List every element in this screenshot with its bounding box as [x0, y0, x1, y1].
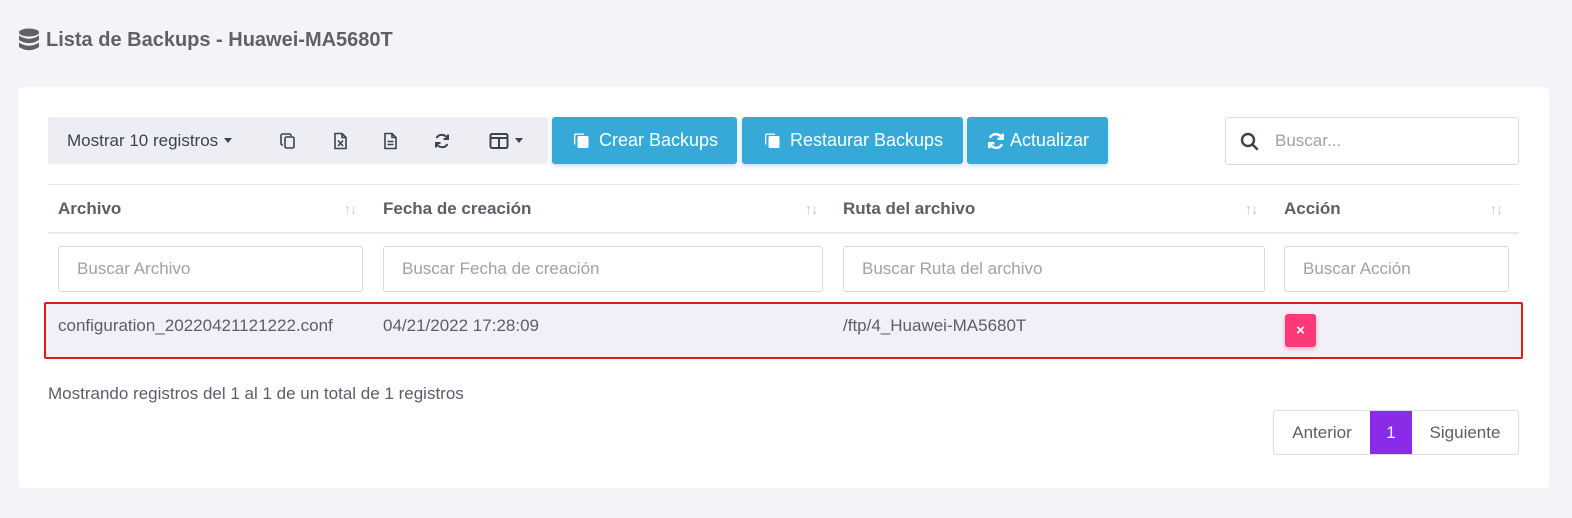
backups-card: Mostrar 10 registros Crear Backups Resta… — [18, 87, 1549, 488]
columns-visibility-dropdown[interactable] — [478, 117, 534, 164]
create-backups-label: Crear Backups — [598, 130, 719, 150]
copy-icon — [764, 133, 780, 148]
column-header-archivo[interactable]: Archivo — [58, 185, 121, 233]
column-header-accion[interactable]: Acción — [1284, 185, 1341, 233]
sync-icon — [435, 133, 449, 148]
export-csv-button[interactable] — [372, 117, 408, 164]
caret-down-icon — [515, 138, 523, 143]
restore-backups-button[interactable]: Restaurar Backups — [742, 117, 963, 164]
restore-backups-label: Restaurar Backups — [789, 130, 944, 150]
filter-ruta-input[interactable] — [844, 247, 1264, 291]
cell-fecha: 04/21/2022 17:28:09 — [383, 316, 539, 335]
table-info: Mostrando registros del 1 al 1 de un tot… — [48, 384, 464, 403]
filter-accion — [1284, 246, 1509, 292]
delete-backup-button[interactable]: × — [1285, 314, 1316, 347]
filter-archivo-input[interactable] — [59, 247, 362, 291]
refresh-button[interactable]: Actualizar — [967, 117, 1108, 164]
sort-icon: ↑↓ — [1245, 201, 1258, 217]
pagination: Anterior 1 Siguiente — [1273, 410, 1519, 455]
copy-icon — [573, 133, 589, 148]
global-search — [1225, 117, 1519, 165]
copy-button[interactable] — [270, 117, 306, 164]
sort-icon: ↑↓ — [805, 201, 818, 217]
column-filters — [48, 234, 1519, 304]
cell-archivo: configuration_20220421121222.conf — [58, 316, 333, 335]
filter-fecha-input[interactable] — [384, 247, 822, 291]
cell-ruta: /ftp/4_Huawei-MA5680T — [843, 316, 1027, 335]
export-excel-button[interactable] — [322, 117, 358, 164]
create-backups-button[interactable]: Crear Backups — [552, 117, 737, 164]
pagination-page-1[interactable]: 1 — [1370, 411, 1412, 454]
caret-down-icon — [224, 138, 233, 143]
csv-icon — [384, 132, 397, 149]
filter-fecha — [383, 246, 823, 292]
search-input[interactable] — [1275, 131, 1515, 151]
columns-icon — [489, 132, 509, 149]
filter-accion-input[interactable] — [1285, 247, 1508, 291]
show-records-label: Mostrar 10 registros — [67, 130, 219, 150]
column-header-fecha[interactable]: Fecha de creación — [383, 185, 531, 233]
filter-ruta — [843, 246, 1265, 292]
sort-icon: ↑↓ — [344, 201, 357, 217]
table-row: configuration_20220421121222.conf 04/21/… — [44, 302, 1523, 359]
excel-icon — [334, 132, 347, 149]
show-records-dropdown[interactable]: Mostrar 10 registros — [48, 117, 258, 164]
column-header-ruta[interactable]: Ruta del archivo — [843, 185, 975, 233]
database-icon — [19, 28, 39, 51]
page-title: Lista de Backups - Huawei-MA5680T — [18, 28, 393, 52]
table-toolbar: Mostrar 10 registros — [48, 117, 548, 164]
filter-archivo — [58, 246, 363, 292]
page-title-text: Lista de Backups - Huawei-MA5680T — [46, 28, 393, 51]
close-icon: × — [1296, 322, 1305, 339]
search-icon — [1240, 132, 1259, 150]
sync-icon — [988, 132, 1004, 149]
sort-icon: ↑↓ — [1490, 201, 1503, 217]
table-header: Archivo ↑↓ Fecha de creación ↑↓ Ruta del… — [48, 184, 1519, 234]
reload-button[interactable] — [424, 117, 460, 164]
copy-icon — [280, 132, 295, 149]
pagination-next[interactable]: Siguiente — [1412, 411, 1518, 454]
refresh-label: Actualizar — [1009, 130, 1090, 150]
pagination-prev[interactable]: Anterior — [1274, 411, 1370, 454]
